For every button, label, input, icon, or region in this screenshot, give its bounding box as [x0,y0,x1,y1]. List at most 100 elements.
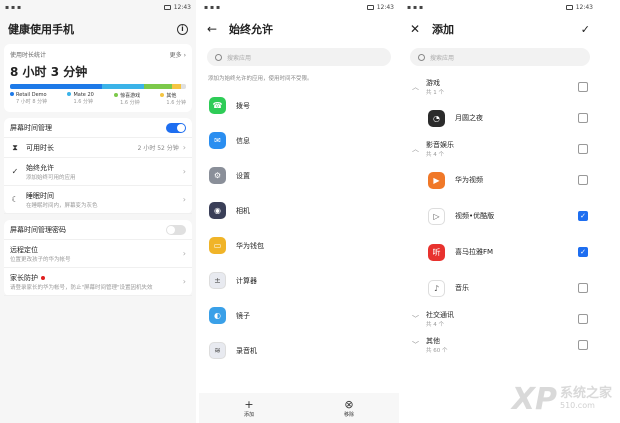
remove-label: 移除 [343,411,354,418]
calculator-icon: ± [209,272,226,289]
password-toggle[interactable] [166,224,186,235]
back-arrow-icon[interactable]: ← [207,22,221,36]
password-label: 屏幕时间管理密码 [10,225,66,234]
screen-time-toggle[interactable] [166,122,186,133]
moon-icon: ☾ [11,195,19,204]
app-name: 设置 [236,171,250,180]
screen-time-toggle-row[interactable]: 屏幕时间管理 [4,118,192,138]
group-row[interactable]: ︿ 影音娱乐共 4 个 [402,136,598,162]
group-count: 共 4 个 [426,152,444,158]
page-title: 添加 [432,23,454,36]
chevron-up-icon[interactable]: ︿ [412,144,420,154]
app-checkbox[interactable]: ✓ [578,247,588,257]
status-bar: ▪ ▪ ▪ 12:43 [0,0,196,14]
ximalaya-icon: 听 [428,243,445,261]
app-group-list: ︿ 游戏共 1 个 ◔ 月圆之夜 ︿ 影音娱乐共 4 个 ▶ 华为视频 ▷ 视频•优酷版 ✓ 听 喜马拉… [402,74,598,358]
always-allow-sub: 添加始终可用的应用 [26,174,76,181]
allowed-app-list: ☎ 拨号 ✉ 信息 ⚙ 设置 ◉ 相机 ▭ 华为钱包 ± 计算器 ◐ 镜子 ≋ 录音机 [199,88,399,368]
check-circle-icon: ✓ [11,167,19,176]
group-checkbox[interactable] [578,144,588,154]
group-row[interactable]: ﹀ 其他共 60 个 [402,332,598,358]
group-checkbox[interactable] [578,82,588,92]
search-icon [215,53,222,61]
usage-bar-segment [10,84,102,89]
usage-legend: Retail Demo 7 小时 8 分钟 Mate 20 1.6 分钟 惊喜游戏 1.6… [10,92,186,106]
stats-label: 使用时长统计 [10,52,47,59]
app-row[interactable]: ▶ 华为视频 [402,162,598,198]
app-name: 信息 [236,136,250,145]
app-row[interactable]: ✉ 信息 [199,123,399,158]
info-icon[interactable]: i [177,23,188,35]
allow-note: 添加为始终允许的应用，使用时间不受限。 [208,76,313,82]
legend-item: 其他 1.6 分钟 [160,92,186,106]
app-checkbox[interactable]: ✓ [578,211,588,221]
group-label: 其他共 60 个 [426,336,578,354]
screen-health-usage: ▪ ▪ ▪ 12:43 健康使用手机 i 使用时长统计 更多 › 8 小时 3 … [0,0,196,423]
close-icon[interactable]: ✕ [410,22,424,36]
add-button[interactable]: + 添加 [244,398,254,418]
bedtime-sub: 在睡眠时间内，屏幕变为灰色 [26,202,98,209]
confirm-check-icon[interactable]: ✓ [581,23,590,36]
battery-icon [565,4,573,10]
remote-label: 远程定位 [10,245,38,254]
app-row[interactable]: ◐ 镜子 [199,298,399,333]
message-icon: ✉ [209,132,226,149]
red-dot-badge [41,275,45,280]
group-checkbox[interactable] [578,340,588,350]
available-time-row[interactable]: ⧗ 可用时长 2 小时 52 分钟 › [4,138,192,158]
bottom-toolbar: + 添加 ⊗ 移除 [199,393,399,423]
app-row[interactable]: ≋ 录音机 [199,333,399,368]
total-usage: 8 小时 3 分钟 [10,65,88,79]
search-input[interactable]: 搜索应用 [410,48,590,66]
chevron-down-icon[interactable]: ﹀ [412,314,420,324]
parental-label: 家长防护 [10,273,38,282]
app-checkbox[interactable] [578,175,588,185]
app-row[interactable]: ± 计算器 [199,263,399,298]
more-link[interactable]: 更多 › [170,50,186,59]
legend-time: 1.6 分钟 [73,99,93,105]
screen-time-section: 屏幕时间管理 ⧗ 可用时长 2 小时 52 分钟 › ✓ 始终允许添加始终可用的… [4,118,192,214]
group-checkbox[interactable] [578,314,588,324]
password-row[interactable]: 屏幕时间管理密码 [4,220,192,240]
app-row[interactable]: ◉ 相机 [199,193,399,228]
group-row[interactable]: ︿ 游戏共 1 个 [402,74,598,100]
app-row[interactable]: ⚙ 设置 [199,158,399,193]
group-label: 游戏共 1 个 [426,78,578,96]
chevron-up-icon[interactable]: ︿ [412,82,420,92]
app-row[interactable]: ◔ 月圆之夜 [402,100,598,136]
usage-stats-card[interactable]: 使用时长统计 更多 › 8 小时 3 分钟 Retail Demo 7 小时 8 … [4,44,192,112]
recorder-icon: ≋ [209,342,226,359]
legend-item: Retail Demo 7 小时 8 分钟 [10,92,47,106]
app-checkbox[interactable] [578,113,588,123]
group-row[interactable]: ﹀ 社交通讯共 4 个 [402,306,598,332]
app-name: 月圆之夜 [455,114,483,122]
legend-item: Mate 20 1.6 分钟 [67,92,94,106]
music-icon: ♪ [428,279,445,297]
always-allow-row[interactable]: ✓ 始终允许 添加始终可用的应用 › [4,158,192,186]
app-name: 喜马拉雅FM [455,248,494,256]
parental-row[interactable]: 家长防护 请登录家长的华为帐号，防止"屏幕时间管理"设置因机失效 › [4,268,192,296]
legend-time: 7 小时 8 分钟 [16,99,48,105]
app-name: 拨号 [236,101,250,110]
remove-button[interactable]: ⊗ 移除 [343,397,354,418]
app-checkbox[interactable] [578,283,588,293]
app-row[interactable]: ♪ 音乐 [402,270,598,306]
bedtime-row[interactable]: ☾ 睡眠时间 在睡眠时间内，屏幕变为灰色 › [4,186,192,214]
remote-locate-row[interactable]: 远程定位 位置更改孩子的华为帐号 › [4,240,192,268]
usage-bar-segment [171,84,181,89]
app-row[interactable]: ▭ 华为钱包 [199,228,399,263]
always-allow-label: 始终允许 [26,163,54,172]
remove-circle-icon: ⊗ [344,397,354,411]
chevron-down-icon[interactable]: ﹀ [412,340,420,350]
status-icons-left: ▪ ▪ ▪ [5,3,22,11]
status-time: 12:43 [575,3,593,11]
status-bar: ▪ ▪ ▪ 12:43 [204,3,394,11]
app-row[interactable]: ▷ 视频•优酷版 ✓ [402,198,598,234]
app-row[interactable]: ☎ 拨号 [199,88,399,123]
search-input[interactable]: 搜索应用 [207,48,391,66]
remote-sub: 位置更改孩子的华为帐号 [10,256,71,263]
usage-bar [10,84,186,89]
app-row[interactable]: 听 喜马拉雅FM ✓ [402,234,598,270]
app-name: 音乐 [455,284,469,292]
app-name: 视频•优酷版 [455,212,495,220]
